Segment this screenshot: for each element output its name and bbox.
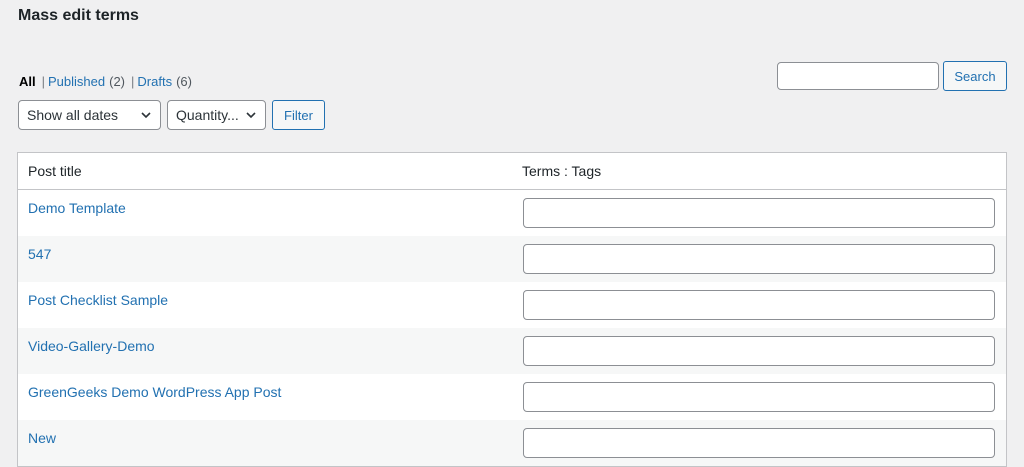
post-title-link[interactable]: 547	[18, 236, 512, 262]
post-title-link[interactable]: Post Checklist Sample	[18, 282, 512, 308]
chevron-down-icon	[141, 112, 151, 119]
drafts-count: (6)	[176, 74, 192, 89]
table-body: Demo Template 547 Post Checklist Sample …	[18, 190, 1006, 466]
tags-input[interactable]	[523, 198, 995, 228]
view-all-link[interactable]: All	[19, 74, 36, 89]
table-row: 547	[18, 236, 1006, 282]
quantity-filter-select[interactable]: Quantity...	[167, 100, 266, 130]
column-header-post-title: Post title	[28, 163, 82, 179]
search-button[interactable]: Search	[943, 61, 1007, 91]
terms-table: Post title Terms : Tags Demo Template 54…	[17, 152, 1007, 467]
tags-input[interactable]	[523, 290, 995, 320]
chevron-down-icon	[246, 112, 256, 119]
date-filter-select[interactable]: Show all dates	[18, 100, 161, 130]
tags-input[interactable]	[523, 382, 995, 412]
table-header: Post title Terms : Tags	[18, 153, 1006, 190]
view-separator: |	[41, 74, 46, 89]
post-title-link[interactable]: Demo Template	[18, 190, 512, 216]
published-count: (2)	[109, 74, 126, 89]
post-title-link[interactable]: GreenGeeks Demo WordPress App Post	[18, 374, 512, 400]
table-row: Demo Template	[18, 190, 1006, 236]
tags-input[interactable]	[523, 336, 995, 366]
table-row: Video-Gallery-Demo	[18, 328, 1006, 374]
tags-input[interactable]	[523, 244, 995, 274]
table-row: GreenGeeks Demo WordPress App Post	[18, 374, 1006, 420]
date-filter-value: Show all dates	[27, 107, 119, 123]
post-title-link[interactable]: Video-Gallery-Demo	[18, 328, 512, 354]
view-separator: |	[131, 74, 135, 89]
table-row: New	[18, 420, 1006, 466]
search-input[interactable]	[777, 62, 939, 90]
view-published-link[interactable]: Published	[48, 74, 105, 89]
quantity-filter-value: Quantity...	[176, 107, 239, 123]
filter-button[interactable]: Filter	[272, 100, 325, 130]
column-header-terms-tags: Terms : Tags	[522, 163, 602, 179]
post-status-filter: All | Published (2) | Drafts (6)	[19, 74, 192, 89]
search-box: Search	[777, 61, 1007, 91]
table-row: Post Checklist Sample	[18, 282, 1006, 328]
view-drafts-link[interactable]: Drafts	[137, 74, 172, 89]
post-title-link[interactable]: New	[18, 420, 512, 446]
filter-bar: Show all dates Quantity... Filter	[18, 100, 325, 130]
page-title: Mass edit terms	[18, 7, 139, 24]
tags-input[interactable]	[523, 428, 995, 458]
